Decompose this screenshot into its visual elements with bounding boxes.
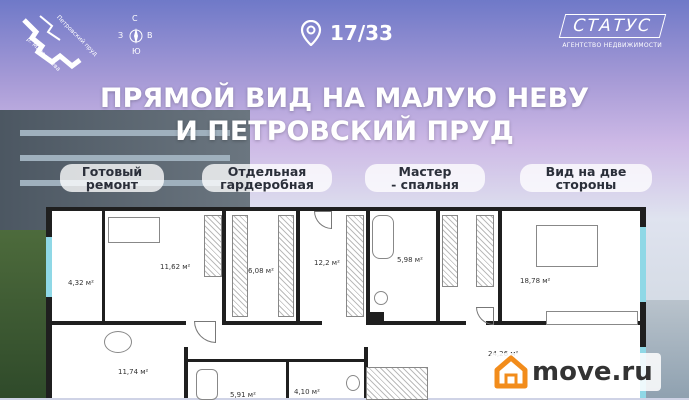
room-area: 4,32 м² — [68, 279, 94, 287]
door — [476, 307, 494, 325]
room-area: 11,62 м² — [160, 263, 191, 271]
toilet — [346, 375, 360, 391]
feature-pill-renovation: Готовый ремонт — [60, 164, 164, 192]
counter-text: 17/33 — [330, 21, 393, 45]
sofa — [546, 311, 638, 325]
compass-south: Ю — [132, 47, 141, 56]
bathtub — [196, 369, 218, 400]
door — [194, 321, 216, 343]
bed — [108, 217, 160, 243]
feature-pill-master-bedroom: Мастер - спальня — [365, 164, 485, 192]
compass: С В Ю З — [116, 14, 156, 58]
compass-east: В — [147, 31, 153, 40]
wardrobe — [278, 215, 294, 317]
headline-line-1: ПРЯМОЙ ВИД НА МАЛУЮ НЕВУ — [99, 83, 590, 114]
listing-counter: 17/33 — [300, 20, 393, 46]
bed — [536, 225, 598, 267]
moveru-watermark: move.ru — [490, 353, 661, 391]
agency-logo: СТАТУС АГЕНТСТВО НЕДВИЖИМОСТИ — [558, 14, 666, 49]
room-area: 18,78 м² — [520, 277, 551, 285]
toilet — [374, 291, 388, 305]
feature-pill-wardrobe: Отдельная гардеробная — [202, 164, 332, 192]
bathtub — [372, 215, 394, 259]
agency-name: СТАТУС — [558, 14, 666, 38]
room-area: 6,08 м² — [248, 267, 274, 275]
compass-north: С — [132, 14, 138, 23]
kitchen-counter — [366, 367, 428, 400]
room-area: 12,2 м² — [314, 259, 340, 267]
window — [640, 227, 646, 302]
watermark-text: move.ru — [532, 357, 653, 387]
wardrobe — [204, 215, 222, 277]
feature-pill-two-side-view: Вид на две стороны — [520, 164, 652, 192]
location-pin-icon — [300, 20, 322, 46]
room-area: 11,74 м² — [118, 368, 149, 376]
headline: ПРЯМОЙ ВИД НА МАЛУЮ НЕВУ И ПЕТРОВСКИЙ ПР… — [0, 82, 689, 148]
room-area: 5,98 м² — [397, 256, 423, 264]
headline-line-2: И ПЕТРОВСКИЙ ПРУД — [175, 116, 514, 147]
compass-west: З — [118, 31, 124, 40]
room-area: 4,10 м² — [294, 388, 320, 396]
wardrobe — [232, 215, 248, 317]
armchair — [104, 331, 132, 353]
house-logo-icon — [494, 355, 528, 389]
door — [314, 211, 332, 229]
wardrobe — [476, 215, 494, 287]
wardrobe — [442, 215, 458, 287]
wardrobe — [346, 215, 364, 317]
agency-subtitle: АГЕНТСТВО НЕДВИЖИМОСТИ — [562, 42, 663, 49]
window — [46, 237, 52, 297]
